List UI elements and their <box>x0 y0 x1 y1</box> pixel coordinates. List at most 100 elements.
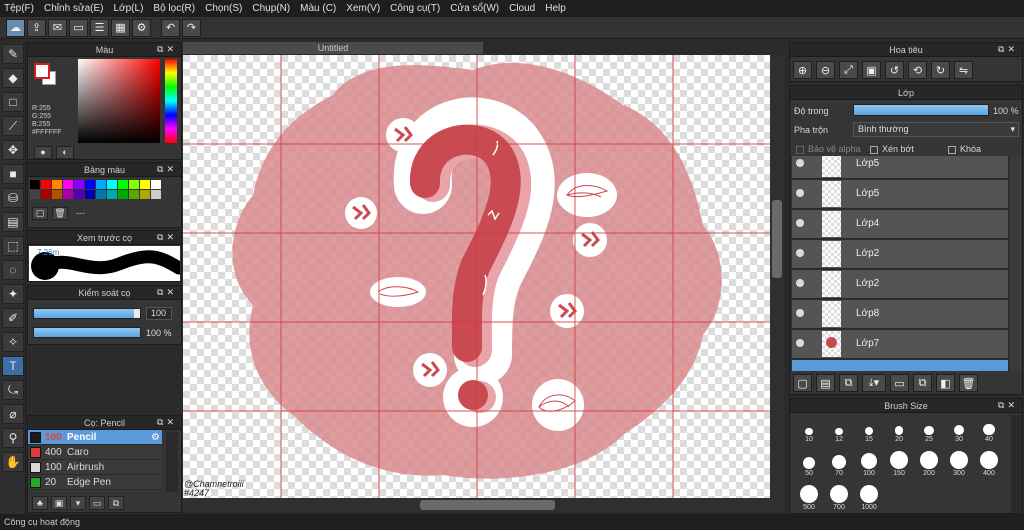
folder-icon[interactable]: ▭ <box>89 496 105 510</box>
palette-swatch[interactable] <box>129 190 139 199</box>
palette-swatch[interactable] <box>63 180 73 189</box>
brush-size-option[interactable]: 200 <box>914 449 944 477</box>
magic-wand-tool-icon[interactable]: ✦ <box>2 284 24 304</box>
menu-window[interactable]: Cửa sổ(W) <box>450 3 499 14</box>
line-tool-icon[interactable]: ⟋ <box>2 116 24 136</box>
palette-swatch[interactable] <box>107 180 117 189</box>
brush-size-option[interactable]: 500 <box>794 483 824 511</box>
brush-size-option[interactable]: 50 <box>794 449 824 477</box>
rotate-left-icon[interactable]: ↺ <box>885 61 904 79</box>
layer-row[interactable]: Lớp5 <box>792 156 1008 179</box>
brush-size-option[interactable]: 40 <box>974 415 1004 443</box>
select-tool-icon[interactable]: ⬚ <box>2 236 24 256</box>
chat-icon[interactable]: ▭ <box>69 18 88 37</box>
merge-layer-icon[interactable]: ⤓▾ <box>862 374 886 392</box>
brush-item-airbrush[interactable]: 100 Airbrush <box>28 460 162 475</box>
eye-icon[interactable] <box>796 159 804 167</box>
brush-size-option[interactable]: 700 <box>824 483 854 511</box>
palette-swatch[interactable] <box>52 190 62 199</box>
brush-size-value[interactable]: 100 <box>146 307 172 320</box>
panel-close-icon[interactable]: ⧉✕ <box>157 417 177 428</box>
layer-row[interactable]: Lớp5 <box>792 180 1008 209</box>
export-icon[interactable]: ⇪ <box>27 18 46 37</box>
brush-size-option[interactable]: 1000 <box>854 483 884 511</box>
brush-size-option[interactable]: 100 <box>854 449 884 477</box>
hue-slider[interactable] <box>165 59 177 143</box>
eye-icon[interactable] <box>796 189 804 197</box>
brush-size-option[interactable]: 400 <box>974 449 1004 477</box>
palette-swatch[interactable] <box>63 190 73 199</box>
actual-size-icon[interactable]: ▣ <box>862 61 881 79</box>
palette-swatch[interactable] <box>118 180 128 189</box>
brush-size-option[interactable]: 30 <box>944 415 974 443</box>
horizontal-scroll-thumb[interactable] <box>420 500 555 510</box>
brush-size-option[interactable]: 150 <box>884 449 914 477</box>
panel-close-icon[interactable]: ⧉✕ <box>157 44 177 55</box>
protect-alpha-checkbox[interactable]: Bảo vệ alpha <box>796 144 861 154</box>
brush-size-option[interactable]: 20 <box>884 415 914 443</box>
panel-close-icon[interactable]: ⧉✕ <box>157 232 177 243</box>
palette-swatch[interactable] <box>52 180 62 189</box>
panel-close-icon[interactable]: ⧉✕ <box>998 400 1018 411</box>
eraser-tool-icon[interactable]: ◆ <box>2 68 24 88</box>
brush-settings-icon[interactable]: ▣ <box>51 496 67 510</box>
text-tool-icon[interactable]: T <box>2 356 24 376</box>
palette-swatch[interactable] <box>129 180 139 189</box>
palette-swatch[interactable] <box>96 180 106 189</box>
copy-icon[interactable]: ⧉ <box>108 496 124 510</box>
eye-icon[interactable] <box>796 249 804 257</box>
palette-swatch[interactable] <box>107 190 117 199</box>
palette-swatch[interactable] <box>140 190 150 199</box>
swap-color-icon[interactable]: ◐ <box>56 146 74 159</box>
fit-screen-icon[interactable]: ⤢ <box>839 61 858 79</box>
brush-dropdown-icon[interactable]: ▾ <box>70 496 86 510</box>
document-tab[interactable]: Untitled <box>183 42 483 54</box>
cloud-icon[interactable]: ☁ <box>6 18 25 37</box>
layer-list-scrollbar[interactable] <box>1010 156 1022 371</box>
menu-select[interactable]: Chọn(S) <box>205 3 242 14</box>
menu-layer[interactable]: Lớp(L) <box>114 3 144 14</box>
bucket-tool-icon[interactable]: ⛁ <box>2 188 24 208</box>
palette-swatch[interactable] <box>74 180 84 189</box>
palette-swatch[interactable] <box>151 190 161 199</box>
menu-filter[interactable]: Bộ lọc(R) <box>153 3 195 14</box>
palette-swatch[interactable] <box>118 190 128 199</box>
menu-help[interactable]: Help <box>545 3 566 14</box>
palette-swatch[interactable] <box>74 190 84 199</box>
brush-item-edge-pen[interactable]: 20 Edge Pen <box>28 475 162 490</box>
palette-swatch[interactable] <box>151 180 161 189</box>
folder-icon[interactable]: ▭ <box>890 374 909 392</box>
grid-icon[interactable]: ▦ <box>111 18 130 37</box>
layer-row[interactable]: Lớp7 <box>792 330 1008 359</box>
lock-checkbox[interactable]: Khóa <box>948 144 981 154</box>
brush-size-option[interactable]: 70 <box>824 449 854 477</box>
zoom-out-icon[interactable]: ⊖ <box>816 61 835 79</box>
palette-swatch[interactable] <box>85 190 95 199</box>
undo-icon[interactable]: ↶ <box>161 18 180 37</box>
eye-icon[interactable] <box>796 279 804 287</box>
lasso-tool-icon[interactable]: ◌ <box>2 260 24 280</box>
clipping-checkbox[interactable]: Xén bớt <box>870 144 914 154</box>
comment-icon[interactable]: ✉ <box>48 18 67 37</box>
palette-swatch[interactable] <box>41 190 51 199</box>
foreground-color-swatch[interactable] <box>34 63 50 79</box>
menu-color[interactable]: Màu (C) <box>300 3 336 14</box>
move-tool-icon[interactable]: ✥ <box>2 140 24 160</box>
saturation-value-picker[interactable] <box>78 59 160 143</box>
menu-edit[interactable]: Chỉnh sửa(E) <box>44 3 104 14</box>
palette-swatch[interactable] <box>30 180 40 189</box>
palette-swatch[interactable] <box>41 180 51 189</box>
brush-list-scrollbar[interactable] <box>166 432 178 492</box>
select-eraser-tool-icon[interactable]: ✧ <box>2 332 24 352</box>
eye-icon[interactable] <box>796 339 804 347</box>
menu-view[interactable]: Xem(V) <box>346 3 380 14</box>
list-icon[interactable]: ☰ <box>90 18 109 37</box>
brush-size-option[interactable]: 10 <box>794 415 824 443</box>
flip-icon[interactable]: ⇋ <box>954 61 973 79</box>
brush-size-slider[interactable] <box>33 308 141 319</box>
pen-tool-icon[interactable]: ⚲ <box>2 428 24 448</box>
redo-icon[interactable]: ↷ <box>182 18 201 37</box>
add-brush-icon[interactable]: ♣ <box>32 496 48 510</box>
new-halftone-layer-icon[interactable]: ▤ <box>816 374 835 392</box>
panel-close-icon[interactable]: ⧉✕ <box>157 164 177 175</box>
